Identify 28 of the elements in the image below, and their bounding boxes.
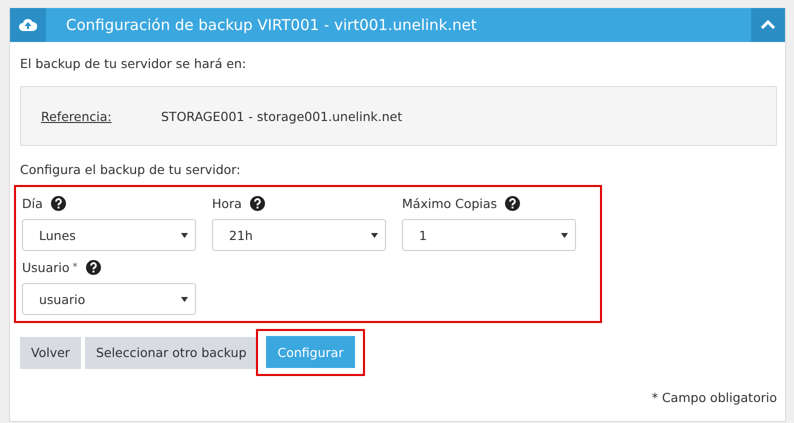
caret-icon	[371, 232, 378, 238]
required-mark: *	[72, 262, 78, 273]
chevron-icon	[760, 20, 776, 30]
help-icon[interactable]	[50, 196, 66, 211]
field-label: Hora	[212, 196, 242, 211]
dropdown-field[interactable]: 1	[402, 219, 576, 251]
field-label: Máximo Copias	[402, 196, 498, 211]
cloud-upload-icon	[19, 18, 37, 32]
field-label: Usuario	[22, 260, 70, 275]
caret-icon	[181, 296, 188, 302]
dropdown-field[interactable]: usuario	[22, 283, 196, 315]
required-footnote: * Campo obligatorio	[652, 390, 777, 405]
caret-icon	[181, 232, 188, 238]
field-label: Día	[22, 196, 43, 211]
action-button[interactable]: Volver	[20, 336, 81, 368]
action-button[interactable]: Seleccionar otro backup	[84, 336, 258, 368]
panel-title: Configuración de backup VIRT001 - virt001.unelink.net	[65, 16, 478, 34]
caret-icon	[561, 232, 568, 238]
dropdown-field[interactable]: 21h	[212, 219, 386, 251]
reference-value: STORAGE001 - storage001.unelink.net	[161, 108, 402, 124]
help-icon[interactable]	[86, 260, 101, 275]
destination-text: El backup de tu servidor se hará en:	[20, 56, 248, 71]
reference-label: Referencia:	[41, 108, 113, 124]
collapse-button[interactable]	[751, 8, 785, 42]
configure-text: Configura el backup de tu servidor:	[20, 162, 242, 177]
help-icon[interactable]	[250, 196, 265, 211]
help-icon[interactable]	[505, 196, 520, 211]
dropdown-field[interactable]: Lunes	[22, 219, 196, 251]
